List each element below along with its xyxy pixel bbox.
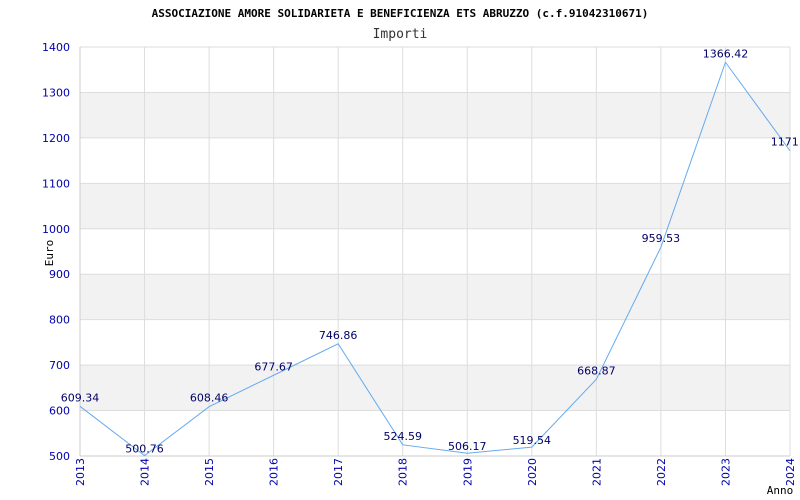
data-label: 506.17 — [448, 440, 487, 453]
x-tick-label: 2023 — [719, 458, 732, 486]
x-tick-label: 2017 — [332, 458, 345, 486]
line-chart: 609.34 500.76 608.46 677.67 746.86 524.59 506.… — [42, 7, 800, 497]
data-label: 1171.7 — [771, 136, 800, 149]
x-tick-labels: 2013 2014 2015 2016 2017 2018 2019 2020 2021 2022… — [74, 458, 797, 486]
x-tick-label: 2014 — [139, 458, 152, 486]
grid-bands — [80, 92, 790, 411]
grid-band — [80, 274, 790, 320]
x-tick-label: 2024 — [784, 458, 797, 486]
x-tick-label: 2022 — [655, 458, 668, 486]
grid-band — [80, 92, 790, 138]
y-tick-label: 1200 — [42, 132, 70, 145]
data-label: 677.67 — [254, 360, 293, 373]
x-tick-label: 2015 — [203, 458, 216, 486]
data-label: 746.86 — [319, 329, 358, 342]
grid-band — [80, 183, 790, 229]
x-tick-label: 2013 — [74, 458, 87, 486]
y-tick-label: 1300 — [42, 86, 70, 99]
x-axis-label: Anno — [767, 484, 794, 497]
y-tick-label: 1400 — [42, 41, 70, 54]
y-tick-label: 1000 — [42, 223, 70, 236]
y-tick-label: 500 — [49, 450, 70, 463]
data-label: 609.34 — [61, 391, 100, 404]
chart-subtitle: Importi — [373, 27, 428, 42]
y-tick-label: 600 — [49, 405, 70, 418]
data-label: 519.54 — [513, 434, 552, 447]
y-tick-label: 1100 — [42, 177, 70, 190]
y-tick-label: 900 — [49, 268, 70, 281]
x-tick-label: 2019 — [461, 458, 474, 486]
data-label: 668.87 — [577, 364, 616, 377]
data-label: 500.76 — [125, 443, 164, 456]
y-axis-label: Euro — [43, 240, 56, 267]
data-label: 1366.42 — [703, 47, 749, 60]
chart-title: ASSOCIAZIONE AMORE SOLIDARIETA E BENEFIC… — [152, 7, 649, 20]
y-tick-label: 800 — [49, 314, 70, 327]
x-tick-label: 2016 — [268, 458, 281, 486]
grid-band — [80, 365, 790, 411]
x-tick-label: 2021 — [590, 458, 603, 486]
x-tick-label: 2020 — [526, 458, 539, 486]
data-label: 524.59 — [383, 430, 422, 443]
x-tick-label: 2018 — [397, 458, 410, 486]
data-label: 959.53 — [642, 232, 681, 245]
data-label: 608.46 — [190, 392, 229, 405]
y-tick-label: 700 — [49, 359, 70, 372]
